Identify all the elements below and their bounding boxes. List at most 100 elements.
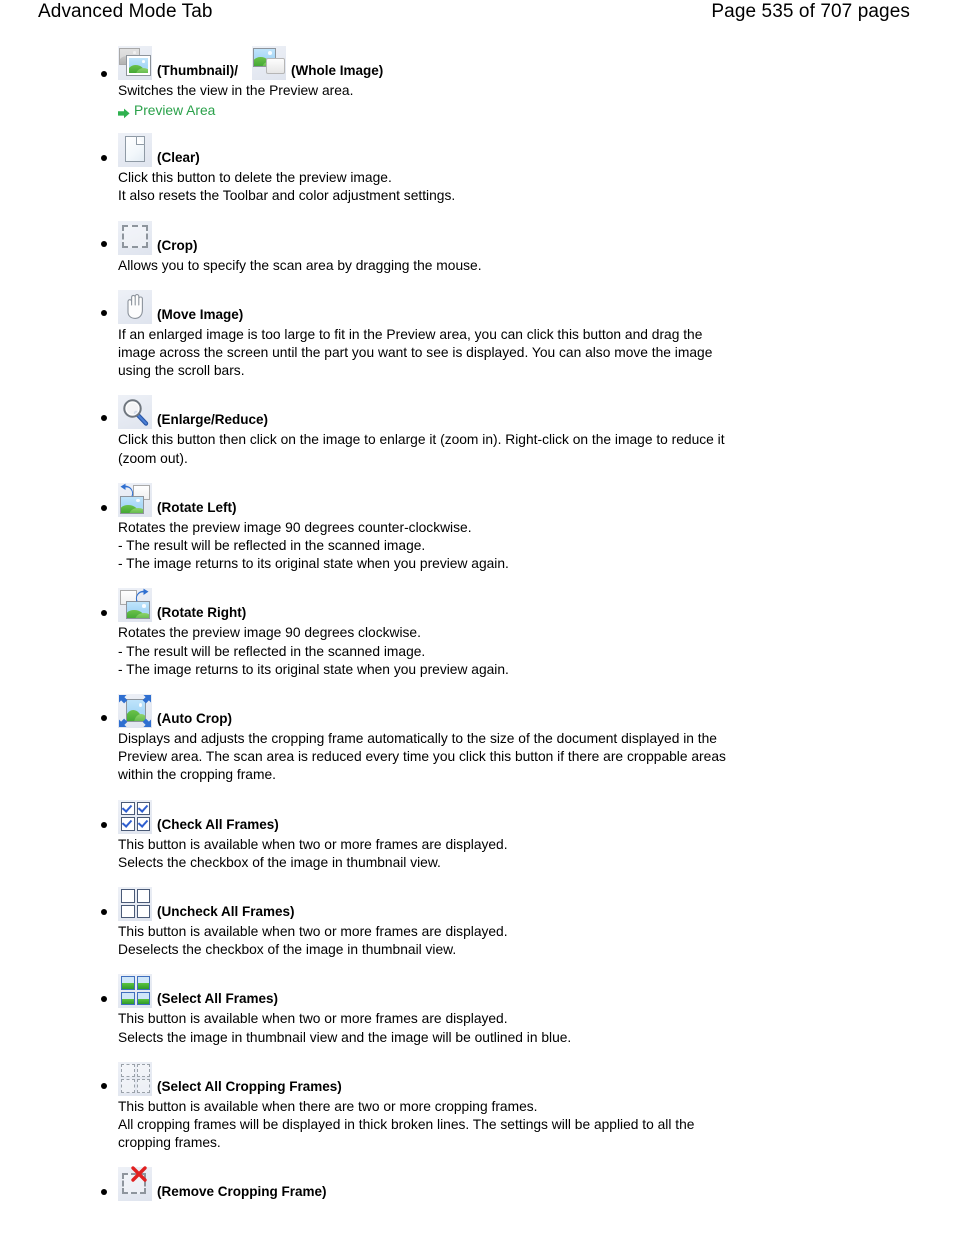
rotate-left-arrow-icon (120, 483, 134, 497)
bullet-icon (101, 155, 107, 162)
rotate-left-label: (Rotate Left) (157, 499, 237, 515)
crop-label: (Crop) (157, 237, 198, 253)
list-item-auto-crop: (Auto Crop) Displays and adjusts the cro… (0, 694, 954, 800)
mini-photo (121, 976, 135, 990)
mini-photo (136, 976, 150, 990)
move-image-description-line: If an enlarged image is too large to fit… (118, 326, 713, 379)
thumbnail-label: (Thumbnail)/ (157, 63, 238, 78)
magnifier-icon[interactable] (118, 395, 152, 430)
bullet-icon (101, 909, 107, 916)
page-title: Advanced Mode Tab (38, 1, 213, 22)
select-all-cropping-frames-label: (Select All Cropping Frames) (157, 1078, 342, 1094)
list-item-crop: (Crop) Allows you to specify the scan ar… (0, 220, 954, 290)
rotate-right-description-line-3: - The image returns to its original stat… (118, 661, 509, 677)
page-header: Advanced Mode Tab Page 535 of 707 pages (0, 0, 954, 34)
bullet-icon (101, 504, 107, 511)
move-image-icon[interactable] (118, 289, 152, 324)
uncheck-all-frames-grid (121, 889, 150, 919)
page-number-label: Page 535 of 707 pages (711, 1, 910, 22)
whole-image-label: (Whole Image) (291, 63, 384, 78)
clear-icon[interactable] (118, 133, 152, 168)
bullet-icon (101, 309, 107, 316)
thumbnail-icon[interactable] (118, 46, 152, 80)
select-all-frames-description-line-2: Selects the image in thumbnail view and … (118, 1029, 572, 1045)
checkbox-checked (136, 801, 150, 816)
list-item-uncheck-all-frames: (Uncheck All Frames) This button is avai… (0, 887, 954, 974)
hand-icon (127, 293, 143, 319)
rotate-left-description: Rotates the preview image 90 degrees cou… (118, 519, 728, 576)
rotate-left-description-line-2: - The result will be reflected in the sc… (118, 538, 426, 554)
list-item-rotate-left: (Rotate Left) Rotates the preview image … (0, 482, 954, 589)
crop-dashed-box (122, 224, 148, 248)
auto-crop-icon[interactable] (118, 694, 152, 729)
bullet-icon (101, 610, 107, 617)
select-all-frames-icon[interactable] (118, 974, 152, 1009)
dashed-frame (121, 1063, 135, 1078)
bullet-icon (101, 821, 107, 828)
clear-label: (Clear) (157, 150, 200, 166)
move-image-description: If an enlarged image is too large to fit… (118, 326, 728, 383)
bullet-icon (101, 415, 107, 422)
uncheck-all-frames-icon[interactable] (118, 887, 152, 922)
checkbox-empty (121, 889, 135, 903)
select-all-frames-description-line-1: This button is available when two or mor… (118, 1011, 508, 1027)
list-item-check-all-frames: (Check All Frames) This button is availa… (0, 799, 954, 887)
uncheck-all-frames-label: (Uncheck All Frames) (157, 904, 295, 920)
list-item-move-image: (Move Image) If an enlarged image is too… (0, 289, 954, 396)
check-all-frames-grid (121, 801, 150, 831)
check-all-frames-label: (Check All Frames) (157, 816, 279, 832)
checkbox-checked (136, 817, 150, 831)
rotate-left-icon[interactable] (118, 482, 152, 517)
preview-area-link-text[interactable]: Preview Area (134, 103, 215, 118)
bullet-icon (101, 715, 107, 722)
list-item-select-all-cropping-frames: (Select All Cropping Frames) This button… (0, 1061, 954, 1168)
mini-photo (121, 991, 135, 1006)
rotate-right-description-line-1: Rotates the preview image 90 degrees clo… (118, 625, 421, 641)
auto-crop-label: (Auto Crop) (157, 711, 232, 727)
clear-page-fold (136, 136, 145, 146)
clear-description-line-2: It also resets the Toolbar and color adj… (118, 188, 456, 204)
checkbox-checked (121, 817, 135, 831)
dashed-frame (121, 1079, 135, 1093)
bullet-icon (101, 240, 107, 247)
list-item-clear: (Clear) Click this button to delete the … (0, 133, 954, 220)
checkbox-empty (136, 904, 150, 919)
rotate-left-description-line-3: - The image returns to its original stat… (118, 556, 509, 572)
list-item-thumbnail-whole-image: (Thumbnail)/ (Whole Image) Switches the … (0, 46, 954, 133)
rotate-right-icon[interactable] (118, 588, 152, 623)
green-arrow-icon (118, 106, 130, 119)
check-all-frames-description: This button is available when two or mor… (118, 836, 728, 874)
select-all-frames-label: (Select All Frames) (157, 991, 279, 1007)
rotate-right-description: Rotates the preview image 90 degrees clo… (118, 624, 728, 681)
remove-cropping-frame-label: (Remove Cropping Frame) (157, 1184, 327, 1200)
toolbar-button-list: (Thumbnail)/ (Whole Image) Switches the … (0, 46, 954, 1202)
preview-area-link[interactable]: Preview Area (118, 103, 954, 119)
checkbox-empty (121, 904, 135, 919)
rotate-right-label: (Rotate Right) (157, 605, 247, 621)
select-all-frames-description: This button is available when two or mor… (118, 1010, 728, 1048)
crop-icon[interactable] (118, 220, 152, 255)
check-all-frames-description-line-2: Selects the checkbox of the image in thu… (118, 854, 441, 870)
list-item-select-all-frames: (Select All Frames) This button is avail… (0, 974, 954, 1061)
content-area: (Thumbnail)/ (Whole Image) Switches the … (0, 34, 954, 1202)
select-all-cropping-frames-description: This button is available when there are … (118, 1098, 728, 1155)
uncheck-all-frames-description-line-2: Deselects the checkbox of the image in t… (118, 942, 457, 958)
whole-image-back-card (266, 58, 285, 74)
whole-image-icon[interactable] (252, 46, 286, 80)
list-item-remove-cropping-frame: (Remove Cropping Frame) (0, 1166, 954, 1202)
crop-description: Allows you to specify the scan area by d… (118, 257, 728, 277)
mini-photo (136, 991, 150, 1006)
clear-description: Click this button to delete the preview … (118, 169, 728, 207)
check-all-frames-icon[interactable] (118, 799, 152, 834)
uncheck-all-frames-description-line-1: This button is available when two or mor… (118, 924, 508, 940)
bullet-icon (101, 1082, 107, 1089)
dashed-frame (136, 1079, 150, 1093)
remove-cropping-frame-icon[interactable] (118, 1166, 152, 1202)
select-all-cropping-frames-grid (121, 1063, 150, 1093)
bullet-icon (101, 71, 107, 77)
red-x-icon (131, 1166, 147, 1183)
move-image-label: (Move Image) (157, 306, 244, 322)
select-all-cropping-frames-icon[interactable] (118, 1061, 152, 1096)
auto-crop-description-line: Displays and adjusts the cropping frame … (118, 731, 726, 783)
clear-page-shape (125, 136, 145, 163)
